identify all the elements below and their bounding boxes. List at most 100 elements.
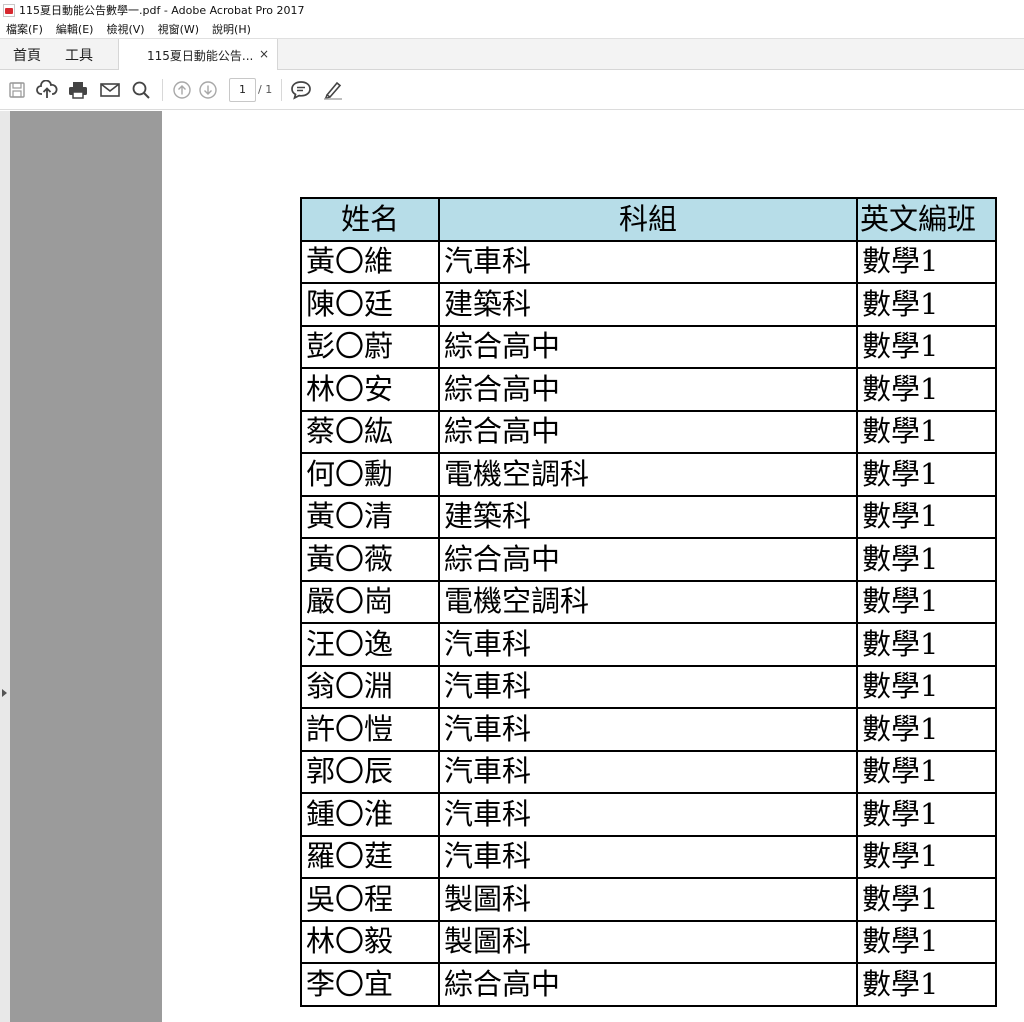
navigation-panel-strip <box>0 111 10 1022</box>
table-row: 陳〇廷 建築科 數學1 <box>300 282 997 327</box>
cell-department: 汽車科 <box>438 239 858 284</box>
cell-department: 汽車科 <box>438 707 858 752</box>
cell-department: 汽車科 <box>438 749 858 794</box>
tab-tools[interactable]: 工具 <box>65 45 93 65</box>
cell-name: 嚴〇崗 <box>300 579 440 624</box>
tab-document[interactable]: 115夏日動能公告... × <box>118 39 278 71</box>
save-icon[interactable] <box>5 78 29 102</box>
tab-home[interactable]: 首頁 <box>13 45 41 65</box>
table-row: 許〇愷 汽車科 數學1 <box>300 707 997 752</box>
search-icon[interactable] <box>129 78 153 102</box>
table-row: 林〇毅 製圖科 數學1 <box>300 919 997 964</box>
table-row: 嚴〇崗 電機空調科 數學1 <box>300 579 997 624</box>
cell-class: 數學1 <box>856 622 997 667</box>
cell-name: 陳〇廷 <box>300 282 440 327</box>
window-title: 115夏日動能公告數學一.pdf - Adobe Acrobat Pro 201… <box>19 4 305 17</box>
table-row: 汪〇逸 汽車科 數學1 <box>300 622 997 667</box>
header-english-class: 英文編班 <box>856 197 997 242</box>
email-icon[interactable] <box>98 78 122 102</box>
title-bar: 115夏日動能公告數學一.pdf - Adobe Acrobat Pro 201… <box>0 0 1024 20</box>
tab-bar: 首頁 工具 115夏日動能公告... × <box>0 38 1024 71</box>
cell-class: 數學1 <box>856 834 997 879</box>
close-tab-icon[interactable]: × <box>259 47 269 61</box>
cell-name: 蔡〇紘 <box>300 409 440 454</box>
menu-edit[interactable]: 編輯(E) <box>56 21 94 37</box>
cell-department: 電機空調科 <box>438 579 858 624</box>
cell-class: 數學1 <box>856 282 997 327</box>
cell-name: 彭〇蔚 <box>300 324 440 369</box>
cell-name: 林〇安 <box>300 367 440 412</box>
table-row: 翁〇淵 汽車科 數學1 <box>300 664 997 709</box>
cell-class: 數學1 <box>856 494 997 539</box>
cell-name: 黃〇維 <box>300 239 440 284</box>
cell-class: 數學1 <box>856 749 997 794</box>
cell-department: 製圖科 <box>438 877 858 922</box>
expand-panel-icon[interactable] <box>2 689 7 697</box>
menu-help[interactable]: 說明(H) <box>212 21 251 37</box>
table-row: 郭〇辰 汽車科 數學1 <box>300 749 997 794</box>
cell-class: 數學1 <box>856 707 997 752</box>
cell-department: 綜合高中 <box>438 367 858 412</box>
previous-page-icon[interactable] <box>170 78 194 102</box>
table-row: 黃〇薇 綜合高中 數學1 <box>300 537 997 582</box>
toolbar: 1 / 1 <box>0 70 1024 110</box>
table-row: 何〇勳 電機空調科 數學1 <box>300 452 997 497</box>
cell-name: 吳〇程 <box>300 877 440 922</box>
cell-class: 數學1 <box>856 877 997 922</box>
table-row: 鍾〇淮 汽車科 數學1 <box>300 792 997 837</box>
cell-class: 數學1 <box>856 452 997 497</box>
cell-name: 翁〇淵 <box>300 664 440 709</box>
roster-table: 姓名 科組 英文編班 黃〇維 汽車科 數學1 陳〇廷 建築科 數學1 彭〇蔚 綜合高中 數學… <box>300 197 997 1007</box>
cell-name: 黃〇清 <box>300 494 440 539</box>
cell-department: 製圖科 <box>438 919 858 964</box>
cell-class: 數學1 <box>856 919 997 964</box>
page-number-input[interactable]: 1 <box>229 78 256 102</box>
toolbar-separator <box>162 79 163 101</box>
next-page-icon[interactable] <box>196 78 220 102</box>
table-row: 黃〇維 汽車科 數學1 <box>300 239 997 284</box>
cell-department: 汽車科 <box>438 664 858 709</box>
table-row: 李〇宜 綜合高中 數學1 <box>300 962 997 1007</box>
cell-name: 黃〇薇 <box>300 537 440 582</box>
cell-class: 數學1 <box>856 537 997 582</box>
highlight-pen-icon[interactable] <box>321 78 345 102</box>
header-name: 姓名 <box>300 197 440 242</box>
menu-file[interactable]: 檔案(F) <box>6 21 43 37</box>
header-department: 科組 <box>438 197 858 242</box>
table-row: 林〇安 綜合高中 數學1 <box>300 367 997 412</box>
cell-department: 汽車科 <box>438 622 858 667</box>
cell-name: 何〇勳 <box>300 452 440 497</box>
cell-department: 建築科 <box>438 494 858 539</box>
toolbar-separator <box>281 79 282 101</box>
cell-department: 綜合高中 <box>438 962 858 1007</box>
cell-department: 電機空調科 <box>438 452 858 497</box>
cell-class: 數學1 <box>856 409 997 454</box>
print-icon[interactable] <box>66 78 90 102</box>
cell-name: 林〇毅 <box>300 919 440 964</box>
table-row: 黃〇清 建築科 數學1 <box>300 494 997 539</box>
table-header-row: 姓名 科組 英文編班 <box>300 197 997 242</box>
upload-cloud-icon[interactable] <box>35 78 59 102</box>
cell-class: 數學1 <box>856 792 997 837</box>
cell-name: 李〇宜 <box>300 962 440 1007</box>
acrobat-pdf-icon <box>3 3 15 17</box>
cell-name: 許〇愷 <box>300 707 440 752</box>
cell-class: 數學1 <box>856 367 997 412</box>
page-total: / 1 <box>258 83 273 96</box>
menu-window[interactable]: 視窗(W) <box>158 21 199 37</box>
menu-bar: 檔案(F) 編輯(E) 檢視(V) 視窗(W) 說明(H) <box>0 20 1024 38</box>
cell-name: 郭〇辰 <box>300 749 440 794</box>
menu-view[interactable]: 檢視(V) <box>106 21 144 37</box>
table-row: 吳〇程 製圖科 數學1 <box>300 877 997 922</box>
cell-department: 綜合高中 <box>438 324 858 369</box>
cell-name: 羅〇莛 <box>300 834 440 879</box>
cell-class: 數學1 <box>856 579 997 624</box>
cell-name: 汪〇逸 <box>300 622 440 667</box>
comment-icon[interactable] <box>289 78 313 102</box>
cell-name: 鍾〇淮 <box>300 792 440 837</box>
table-row: 羅〇莛 汽車科 數學1 <box>300 834 997 879</box>
cell-class: 數學1 <box>856 239 997 284</box>
cell-department: 綜合高中 <box>438 537 858 582</box>
cell-department: 汽車科 <box>438 792 858 837</box>
cell-class: 數學1 <box>856 664 997 709</box>
